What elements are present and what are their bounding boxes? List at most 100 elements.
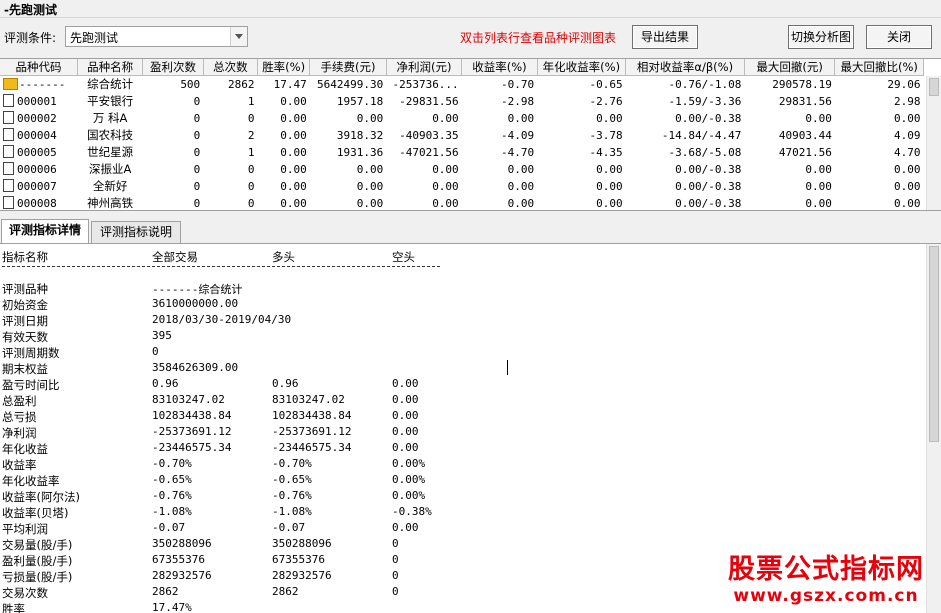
metric-short: 0.00 xyxy=(392,393,419,406)
table-row[interactable]: 000007 全新好 0 0 0.00 0.00 0.00 0.00 0.00 0.00/-0.3… xyxy=(0,178,924,195)
table-row[interactable]: 000005 世纪星源 0 1 0.00 1931.36 -47021.56 -4.70 -4.… xyxy=(0,144,924,161)
value-cell: 0.00 xyxy=(507,196,535,210)
value-cell: 1931.36 xyxy=(336,145,384,159)
metric-long: -25373691.12 xyxy=(272,425,352,438)
header-long: 多头 xyxy=(272,250,295,264)
value-cell: 0 xyxy=(247,196,255,210)
column-header[interactable]: 相对收益率α/β(%) xyxy=(625,59,745,76)
result-table: 品种代码 品种名称 盈利次数 总次数 胜率(%) 手续费(元) 净利润(元) 收益率(%) 年化… xyxy=(0,59,924,210)
site-watermark: 股票公式指标网 www.gszx.com.cn xyxy=(716,554,936,606)
value-cell: 0.00 xyxy=(280,111,307,125)
scrollbar-thumb[interactable] xyxy=(929,78,939,96)
metric-name: 总盈利 xyxy=(2,394,37,408)
value-cell: 0 xyxy=(193,196,201,210)
metric-row: 收益率(阿尔法) -0.76% -0.76% 0.00% xyxy=(2,489,902,505)
table-row[interactable]: 000001 平安银行 0 1 0.00 1957.18 -29831.56 -2.98 -2.… xyxy=(0,93,924,110)
column-header[interactable]: 胜率(%) xyxy=(257,59,311,76)
table-row[interactable]: 000004 国农科技 0 2 0.00 3918.32 -40903.35 -4.09 -3.… xyxy=(0,127,924,144)
metric-all: 2018/03/30-2019/04/30 xyxy=(152,313,292,326)
result-grid: 品种代码 品种名称 盈利次数 总次数 胜率(%) 手续费(元) 净利润(元) 收益率(%) 年化… xyxy=(0,58,941,211)
header-divider xyxy=(2,266,440,267)
value-cell: 0.00 xyxy=(280,162,307,176)
tab-metric-explanation[interactable]: 评测指标说明 xyxy=(91,221,181,243)
table-row[interactable]: 000008 神州高铁 0 0 0.00 0.00 0.00 0.00 0.00 0.00/-0.… xyxy=(0,195,924,210)
column-header[interactable]: 盈利次数 xyxy=(142,59,204,76)
metric-name: 净利润 xyxy=(2,426,37,440)
metric-name: 收益率(阿尔法) xyxy=(2,490,80,504)
value-cell: 29.06 xyxy=(887,77,921,91)
column-header[interactable]: 收益率(%) xyxy=(461,59,538,76)
scrollbar-thumb[interactable] xyxy=(929,246,939,442)
document-icon xyxy=(3,179,14,192)
value-cell: 0 xyxy=(247,162,255,176)
tab-metric-details[interactable]: 评测指标详情 xyxy=(1,219,89,243)
value-cell: 17.47 xyxy=(273,77,307,91)
switch-chart-button[interactable]: 切换分析图 xyxy=(788,25,854,49)
metric-all: 67355376 xyxy=(152,553,205,566)
metric-all: 83103247.02 xyxy=(152,393,225,406)
code-text: 000008 xyxy=(17,197,57,210)
grid-scrollbar[interactable] xyxy=(926,76,941,210)
value-cell: 0.00 xyxy=(432,179,459,193)
metric-name: 盈利量(股/手) xyxy=(2,554,73,568)
metric-name: 年化收益 xyxy=(2,442,48,456)
metric-short: 0.00 xyxy=(392,409,419,422)
metric-long: 67355376 xyxy=(272,553,325,566)
metric-all: -0.70% xyxy=(152,457,192,470)
column-header[interactable]: 最大回撤(元) xyxy=(744,59,836,76)
value-cell: 0 xyxy=(193,162,201,176)
column-header[interactable]: 总次数 xyxy=(203,59,259,76)
metric-long: 0.96 xyxy=(272,377,299,390)
metric-short: 0.00 xyxy=(392,441,419,454)
metric-short: 0 xyxy=(392,569,399,582)
metric-name: 亏损量(股/手) xyxy=(2,570,73,584)
metric-name: 评测周期数 xyxy=(2,346,60,360)
value-cell: 500 xyxy=(180,77,201,91)
document-icon xyxy=(3,111,14,124)
export-button[interactable]: 导出结果 xyxy=(632,25,698,49)
value-cell: 2.98 xyxy=(894,94,921,108)
value-cell: 0.00 xyxy=(507,111,535,125)
value-cell: -0.65 xyxy=(589,77,623,91)
document-icon xyxy=(3,196,14,209)
metric-name: 期末权益 xyxy=(2,362,48,376)
metric-short: 0.00 xyxy=(392,425,419,438)
value-cell: 0.00 xyxy=(805,111,832,125)
metric-all: 0.96 xyxy=(152,377,179,390)
value-cell: -4.35 xyxy=(589,145,623,159)
table-header-row: 品种代码 品种名称 盈利次数 总次数 胜率(%) 手续费(元) 净利润(元) 收益率(%) 年化… xyxy=(0,59,924,76)
metric-long: 2862 xyxy=(272,585,299,598)
metric-name: 交易量(股/手) xyxy=(2,538,73,552)
close-button[interactable]: 关闭 xyxy=(866,25,932,49)
column-header[interactable]: 手续费(元) xyxy=(309,59,387,76)
code-cell: 000004 xyxy=(0,127,77,144)
text-cursor xyxy=(507,360,508,375)
value-cell: 29831.56 xyxy=(778,94,832,108)
value-cell: 1957.18 xyxy=(336,94,384,108)
metric-name: 胜率 xyxy=(2,602,25,613)
column-header[interactable]: 年化收益率(%) xyxy=(537,59,627,76)
name-cell: 深振业A xyxy=(88,162,132,176)
value-cell: 0.00 xyxy=(280,128,307,142)
table-row[interactable]: 000002 万 科A 0 0 0.00 0.00 0.00 0.00 0.00 0.00/-0.… xyxy=(0,110,924,127)
chevron-down-icon[interactable] xyxy=(230,27,247,46)
table-row[interactable]: ------- 综合统计 500 2862 17.47 5642499.30 -253736… xyxy=(0,76,924,93)
metric-row: 盈亏时间比 0.96 0.96 0.00 xyxy=(2,377,902,393)
value-cell: 1 xyxy=(247,94,255,108)
metric-short: 0.00% xyxy=(392,457,426,470)
metric-short: 0.00% xyxy=(392,489,426,502)
metric-short: 0 xyxy=(392,553,399,566)
column-header[interactable]: 品种代码 xyxy=(0,59,78,76)
condition-select[interactable]: 先跑测试 xyxy=(65,26,248,47)
value-cell: 3918.32 xyxy=(336,128,384,142)
value-cell: 0.00 xyxy=(356,179,384,193)
column-header[interactable]: 品种名称 xyxy=(77,59,144,76)
metric-row: 总盈利 83103247.02 83103247.02 0.00 xyxy=(2,393,902,409)
column-header[interactable]: 最大回撤比(%) xyxy=(834,59,924,76)
name-cell: 世纪星源 xyxy=(87,145,134,159)
table-row[interactable]: 000006 深振业A 0 0 0.00 0.00 0.00 0.00 0.00 0.00/-0.… xyxy=(0,161,924,178)
column-header[interactable]: 净利润(元) xyxy=(386,59,463,76)
value-cell: 0 xyxy=(193,145,201,159)
metric-row: 净利润 -25373691.12 -25373691.12 0.00 xyxy=(2,425,902,441)
code-text: ------- xyxy=(19,77,66,91)
